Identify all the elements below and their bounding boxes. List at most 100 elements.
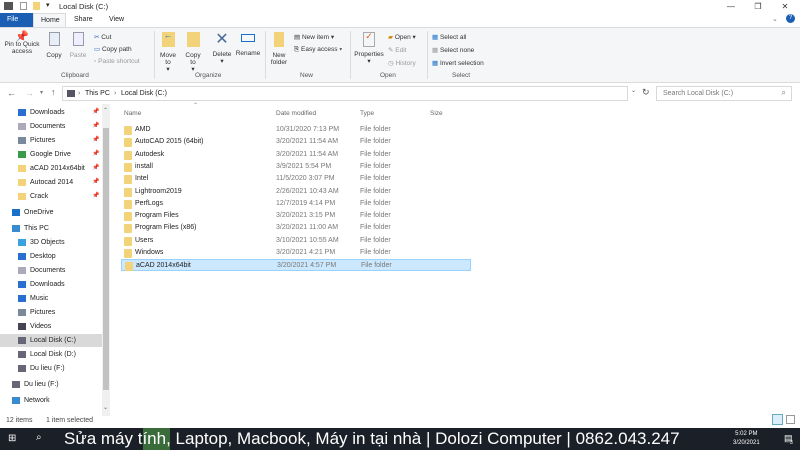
- sidebar-item-label: OneDrive: [24, 209, 54, 216]
- breadcrumb-this-pc[interactable]: This PC: [85, 90, 110, 97]
- sidebar-item[interactable]: Pictures 📌: [0, 134, 102, 147]
- column-header-name[interactable]: Name: [124, 110, 141, 117]
- sidebar-item[interactable]: Du lieu (F:): [0, 378, 102, 391]
- sidebar-item[interactable]: 3D Objects: [0, 236, 102, 249]
- file-row[interactable]: Autodesk 3/20/2021 11:54 AM File folder: [121, 149, 471, 161]
- sidebar-item[interactable]: Crack 📌: [0, 190, 102, 203]
- rename-button[interactable]: Rename: [235, 32, 261, 57]
- file-row[interactable]: Windows 3/20/2021 4:21 PM File folder: [121, 247, 471, 259]
- sidebar-item[interactable]: Music: [0, 292, 102, 305]
- sidebar-item[interactable]: Desktop: [0, 250, 102, 263]
- start-button[interactable]: ⊞: [8, 433, 16, 444]
- copy-path-button[interactable]: ▭ Copy path: [94, 45, 132, 53]
- refresh-button[interactable]: ↻: [642, 87, 650, 98]
- drive-icon: [12, 381, 20, 388]
- file-row[interactable]: Users 3/10/2021 10:55 AM File folder: [121, 235, 471, 247]
- tab-file[interactable]: File: [0, 13, 33, 27]
- edit-button[interactable]: ✎ Edit: [388, 46, 406, 54]
- sidebar-item[interactable]: Du lieu (F:): [0, 362, 102, 375]
- copy-to-button[interactable]: Copy to ▾: [183, 32, 203, 73]
- new-item-button[interactable]: ▤ New item ▾: [294, 33, 334, 41]
- sidebar-item[interactable]: Documents: [0, 264, 102, 277]
- minimize-button[interactable]: —: [718, 0, 744, 13]
- file-row[interactable]: install 3/9/2021 5:54 PM File folder: [121, 161, 471, 173]
- column-header-type[interactable]: Type: [360, 110, 374, 117]
- maximize-button[interactable]: ❐: [745, 0, 771, 13]
- new-folder-quick-icon[interactable]: [33, 2, 40, 10]
- back-button[interactable]: ←: [7, 88, 16, 98]
- file-row[interactable]: aCAD 2014x64bit 3/20/2021 4:57 PM File fol…: [121, 259, 471, 272]
- search-icon[interactable]: ⌕: [36, 432, 42, 443]
- sidebar-item[interactable]: Google Drive 📌: [0, 148, 102, 161]
- customize-quick-access-icon[interactable]: ▾: [46, 1, 50, 9]
- move-to-button[interactable]: ← Move to ▾: [158, 31, 178, 74]
- help-icon[interactable]: ?: [786, 14, 795, 23]
- recent-locations-button[interactable]: ▾: [40, 89, 43, 96]
- copy-button[interactable]: Copy: [44, 32, 64, 59]
- sidebar-item[interactable]: Local Disk (C:): [0, 334, 102, 347]
- open-button[interactable]: ▰ Open ▾: [388, 33, 416, 41]
- select-none-button[interactable]: ▦ Select none: [432, 46, 474, 54]
- tab-view[interactable]: View: [102, 13, 131, 27]
- sidebar-item[interactable]: Autocad 2014 📌: [0, 176, 102, 189]
- search-input[interactable]: Search Local Disk (C:) ⌕: [656, 86, 792, 101]
- file-type: File folder: [360, 138, 391, 146]
- document-icon: [18, 123, 26, 130]
- sidebar-item[interactable]: Pictures: [0, 306, 102, 319]
- column-header-size[interactable]: Size: [430, 110, 443, 117]
- sidebar-item[interactable]: OneDrive: [0, 206, 102, 219]
- sidebar-item[interactable]: This PC: [0, 222, 102, 235]
- drive-icon: [67, 90, 75, 97]
- select-all-button[interactable]: ▦ Select all: [432, 33, 466, 41]
- navigation-scrollbar-thumb[interactable]: [103, 128, 109, 390]
- history-button[interactable]: ◷ History: [388, 59, 416, 67]
- sidebar-item-label: Local Disk (C:): [30, 337, 76, 344]
- tab-home[interactable]: Home: [33, 13, 66, 27]
- properties-button[interactable]: ✓ Properties ▾: [352, 32, 386, 66]
- pin-quick-access-button[interactable]: 📌 Pin to Quick access: [3, 32, 41, 56]
- column-header-date[interactable]: Date modified: [276, 110, 316, 117]
- sidebar-item[interactable]: Network: [0, 394, 102, 407]
- file-row[interactable]: Program Files (x86) 3/20/2021 11:00 AM Fil…: [121, 222, 471, 234]
- invert-selection-button[interactable]: ▦ Invert selection: [432, 59, 484, 67]
- cut-button[interactable]: ✂ Cut: [94, 33, 111, 41]
- delete-button[interactable]: ✕ Delete ▾: [210, 31, 234, 65]
- address-bar[interactable]: › This PC › Local Disk (C:): [62, 86, 628, 101]
- sidebar-item[interactable]: Local Disk (D:): [0, 348, 102, 361]
- details-view-button[interactable]: [772, 414, 783, 425]
- paste-button[interactable]: Paste: [68, 32, 88, 59]
- file-row[interactable]: AutoCAD 2015 (64bit) 3/20/2021 11:54 AM Fi…: [121, 136, 471, 148]
- close-button[interactable]: ✕: [772, 0, 798, 13]
- sidebar-item[interactable]: Downloads 📌: [0, 106, 102, 119]
- address-dropdown-icon[interactable]: ⌄: [631, 87, 636, 94]
- new-folder-button[interactable]: New folder: [268, 32, 290, 66]
- scroll-up-icon[interactable]: ⌃: [103, 107, 108, 114]
- pin-icon: 📌: [92, 179, 100, 185]
- expand-ribbon-icon[interactable]: ⌄: [772, 15, 778, 23]
- tab-share[interactable]: Share: [67, 13, 100, 27]
- sidebar-item[interactable]: Downloads: [0, 278, 102, 291]
- sidebar-item[interactable]: aCAD 2014x64bit 📌: [0, 162, 102, 175]
- file-name: Windows: [135, 249, 164, 256]
- sidebar-item[interactable]: Documents 📌: [0, 120, 102, 133]
- forward-button[interactable]: →: [25, 88, 34, 98]
- paste-shortcut-button[interactable]: ▫ Paste shortcut: [94, 58, 140, 65]
- file-date: 3/20/2021 11:00 AM: [276, 224, 339, 232]
- sidebar-item[interactable]: Videos: [0, 320, 102, 333]
- properties-quick-icon[interactable]: [20, 2, 27, 10]
- file-row[interactable]: Intel 11/5/2020 3:07 PM File folder: [121, 173, 471, 185]
- file-row[interactable]: Lightroom2019 2/26/2021 10:43 AM File fold…: [121, 186, 471, 198]
- sidebar-item-label: Pictures: [30, 137, 56, 144]
- scroll-down-icon[interactable]: ⌄: [103, 404, 108, 411]
- clock[interactable]: 5:02 PM 3/20/2021: [733, 430, 760, 448]
- file-row[interactable]: AMD 10/31/2020 7:13 PM File folder: [121, 124, 471, 136]
- easy-access-button[interactable]: ⎘ Easy access ▾: [294, 46, 342, 54]
- breadcrumb-local-disk[interactable]: Local Disk (C:): [121, 90, 167, 97]
- file-type: File folder: [360, 249, 391, 256]
- up-button[interactable]: ↑: [51, 87, 56, 97]
- file-row[interactable]: PerfLogs 12/7/2019 4:14 PM File folder: [121, 198, 471, 210]
- download-icon: [18, 281, 26, 288]
- large-icons-view-button[interactable]: [786, 415, 795, 424]
- file-row[interactable]: Program Files 3/20/2021 3:15 PM File folde…: [121, 210, 471, 222]
- folder-icon: [124, 212, 132, 222]
